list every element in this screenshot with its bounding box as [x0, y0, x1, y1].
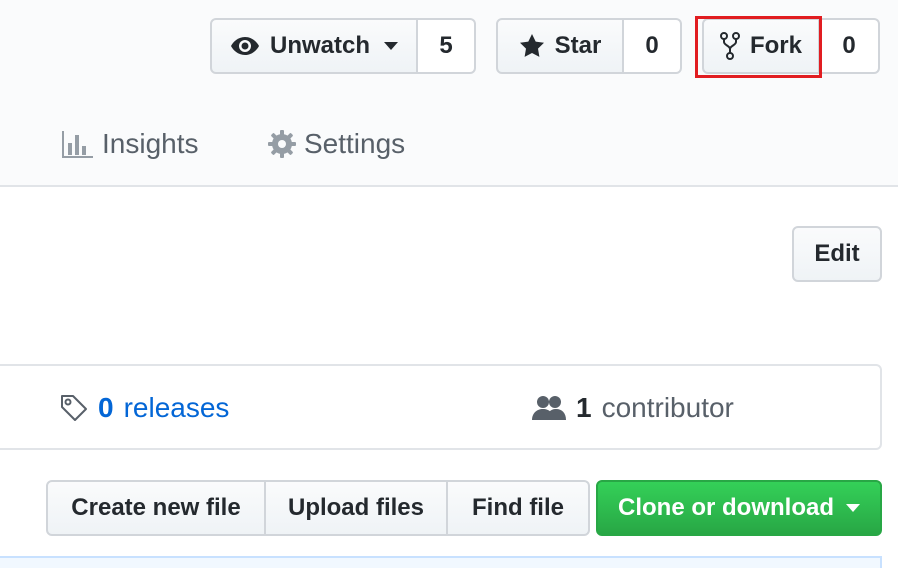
- tag-icon: [60, 394, 88, 422]
- releases-label: releases: [123, 392, 230, 423]
- stargazers-count[interactable]: 0: [624, 18, 682, 74]
- clone-or-download-button[interactable]: Clone or download: [596, 480, 882, 536]
- tab-settings[interactable]: Settings: [268, 128, 405, 160]
- star-group: Star 0: [496, 18, 682, 74]
- forks-count[interactable]: 0: [820, 18, 880, 74]
- tab-insights-label: Insights: [102, 128, 199, 159]
- unwatch-label: Unwatch: [270, 32, 371, 59]
- people-icon: [532, 395, 566, 421]
- unwatch-button[interactable]: Unwatch: [210, 18, 418, 74]
- gear-icon: [268, 130, 296, 158]
- contributors-count: 1: [576, 392, 592, 423]
- star-icon: [519, 33, 545, 59]
- graph-icon: [62, 129, 94, 159]
- eye-icon: [230, 36, 260, 56]
- commit-tease-bar: [0, 556, 882, 568]
- chevron-down-icon: [384, 42, 399, 50]
- create-new-file-button[interactable]: Create new file: [46, 480, 266, 536]
- edit-button[interactable]: Edit: [792, 226, 882, 282]
- releases-link[interactable]: 0 releases: [60, 392, 229, 424]
- watchers-count[interactable]: 5: [418, 18, 476, 74]
- releases-count: 0: [98, 392, 114, 423]
- chevron-down-icon: [846, 504, 860, 512]
- star-label: Star: [554, 32, 602, 59]
- contributors-label: contributor: [601, 392, 734, 423]
- clone-or-download-label: Clone or download: [618, 494, 834, 521]
- watch-group: Unwatch 5: [210, 18, 476, 74]
- star-button[interactable]: Star: [496, 18, 624, 74]
- file-actions-group: Create new file Upload files Find file: [46, 480, 590, 536]
- find-file-button[interactable]: Find file: [448, 480, 590, 536]
- contributors-link[interactable]: 1 contributor: [532, 392, 734, 424]
- tab-settings-label: Settings: [304, 128, 406, 159]
- fork-highlight-box: [695, 16, 822, 78]
- tab-insights[interactable]: Insights: [62, 128, 199, 160]
- upload-files-button[interactable]: Upload files: [266, 480, 448, 536]
